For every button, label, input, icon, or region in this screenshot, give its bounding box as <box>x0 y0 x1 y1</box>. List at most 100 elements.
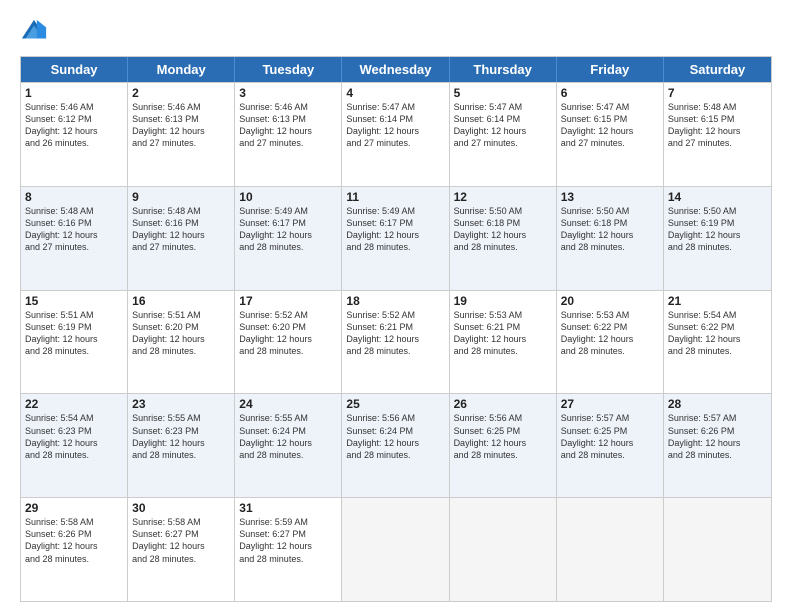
cal-cell-13: 13Sunrise: 5:50 AMSunset: 6:18 PMDayligh… <box>557 187 664 290</box>
header-day-wednesday: Wednesday <box>342 57 449 82</box>
cell-sun-info: Sunrise: 5:50 AMSunset: 6:18 PMDaylight:… <box>454 205 552 254</box>
cell-sun-info: Sunrise: 5:46 AMSunset: 6:13 PMDaylight:… <box>132 101 230 150</box>
day-number: 18 <box>346 294 444 308</box>
cell-sun-info: Sunrise: 5:57 AMSunset: 6:26 PMDaylight:… <box>668 412 767 461</box>
cell-sun-info: Sunrise: 5:59 AMSunset: 6:27 PMDaylight:… <box>239 516 337 565</box>
header-day-friday: Friday <box>557 57 664 82</box>
cal-cell-18: 18Sunrise: 5:52 AMSunset: 6:21 PMDayligh… <box>342 291 449 394</box>
calendar-row-3: 22Sunrise: 5:54 AMSunset: 6:23 PMDayligh… <box>21 393 771 497</box>
cell-sun-info: Sunrise: 5:50 AMSunset: 6:18 PMDaylight:… <box>561 205 659 254</box>
day-number: 14 <box>668 190 767 204</box>
cal-cell-5: 5Sunrise: 5:47 AMSunset: 6:14 PMDaylight… <box>450 83 557 186</box>
day-number: 9 <box>132 190 230 204</box>
cal-cell-2: 2Sunrise: 5:46 AMSunset: 6:13 PMDaylight… <box>128 83 235 186</box>
day-number: 23 <box>132 397 230 411</box>
cal-cell-1: 1Sunrise: 5:46 AMSunset: 6:12 PMDaylight… <box>21 83 128 186</box>
day-number: 3 <box>239 86 337 100</box>
calendar: SundayMondayTuesdayWednesdayThursdayFrid… <box>20 56 772 602</box>
day-number: 26 <box>454 397 552 411</box>
cal-cell-empty <box>342 498 449 601</box>
cal-cell-7: 7Sunrise: 5:48 AMSunset: 6:15 PMDaylight… <box>664 83 771 186</box>
day-number: 21 <box>668 294 767 308</box>
cal-cell-10: 10Sunrise: 5:49 AMSunset: 6:17 PMDayligh… <box>235 187 342 290</box>
cell-sun-info: Sunrise: 5:56 AMSunset: 6:24 PMDaylight:… <box>346 412 444 461</box>
cal-cell-25: 25Sunrise: 5:56 AMSunset: 6:24 PMDayligh… <box>342 394 449 497</box>
cell-sun-info: Sunrise: 5:47 AMSunset: 6:14 PMDaylight:… <box>346 101 444 150</box>
cal-cell-21: 21Sunrise: 5:54 AMSunset: 6:22 PMDayligh… <box>664 291 771 394</box>
cell-sun-info: Sunrise: 5:51 AMSunset: 6:20 PMDaylight:… <box>132 309 230 358</box>
cal-cell-16: 16Sunrise: 5:51 AMSunset: 6:20 PMDayligh… <box>128 291 235 394</box>
cal-cell-8: 8Sunrise: 5:48 AMSunset: 6:16 PMDaylight… <box>21 187 128 290</box>
cal-cell-3: 3Sunrise: 5:46 AMSunset: 6:13 PMDaylight… <box>235 83 342 186</box>
cell-sun-info: Sunrise: 5:52 AMSunset: 6:21 PMDaylight:… <box>346 309 444 358</box>
day-number: 1 <box>25 86 123 100</box>
cell-sun-info: Sunrise: 5:47 AMSunset: 6:15 PMDaylight:… <box>561 101 659 150</box>
cal-cell-11: 11Sunrise: 5:49 AMSunset: 6:17 PMDayligh… <box>342 187 449 290</box>
cell-sun-info: Sunrise: 5:48 AMSunset: 6:16 PMDaylight:… <box>132 205 230 254</box>
cell-sun-info: Sunrise: 5:47 AMSunset: 6:14 PMDaylight:… <box>454 101 552 150</box>
day-number: 11 <box>346 190 444 204</box>
cell-sun-info: Sunrise: 5:51 AMSunset: 6:19 PMDaylight:… <box>25 309 123 358</box>
cal-cell-20: 20Sunrise: 5:53 AMSunset: 6:22 PMDayligh… <box>557 291 664 394</box>
cell-sun-info: Sunrise: 5:54 AMSunset: 6:22 PMDaylight:… <box>668 309 767 358</box>
cell-sun-info: Sunrise: 5:53 AMSunset: 6:22 PMDaylight:… <box>561 309 659 358</box>
day-number: 27 <box>561 397 659 411</box>
day-number: 31 <box>239 501 337 515</box>
cell-sun-info: Sunrise: 5:48 AMSunset: 6:15 PMDaylight:… <box>668 101 767 150</box>
day-number: 4 <box>346 86 444 100</box>
day-number: 10 <box>239 190 337 204</box>
cal-cell-29: 29Sunrise: 5:58 AMSunset: 6:26 PMDayligh… <box>21 498 128 601</box>
cal-cell-26: 26Sunrise: 5:56 AMSunset: 6:25 PMDayligh… <box>450 394 557 497</box>
calendar-row-1: 8Sunrise: 5:48 AMSunset: 6:16 PMDaylight… <box>21 186 771 290</box>
cal-cell-empty <box>450 498 557 601</box>
cell-sun-info: Sunrise: 5:55 AMSunset: 6:23 PMDaylight:… <box>132 412 230 461</box>
day-number: 6 <box>561 86 659 100</box>
day-number: 28 <box>668 397 767 411</box>
cell-sun-info: Sunrise: 5:57 AMSunset: 6:25 PMDaylight:… <box>561 412 659 461</box>
cell-sun-info: Sunrise: 5:46 AMSunset: 6:12 PMDaylight:… <box>25 101 123 150</box>
cal-cell-15: 15Sunrise: 5:51 AMSunset: 6:19 PMDayligh… <box>21 291 128 394</box>
calendar-row-0: 1Sunrise: 5:46 AMSunset: 6:12 PMDaylight… <box>21 82 771 186</box>
calendar-row-2: 15Sunrise: 5:51 AMSunset: 6:19 PMDayligh… <box>21 290 771 394</box>
day-number: 13 <box>561 190 659 204</box>
day-number: 20 <box>561 294 659 308</box>
cal-cell-4: 4Sunrise: 5:47 AMSunset: 6:14 PMDaylight… <box>342 83 449 186</box>
cal-cell-27: 27Sunrise: 5:57 AMSunset: 6:25 PMDayligh… <box>557 394 664 497</box>
cell-sun-info: Sunrise: 5:46 AMSunset: 6:13 PMDaylight:… <box>239 101 337 150</box>
cal-cell-24: 24Sunrise: 5:55 AMSunset: 6:24 PMDayligh… <box>235 394 342 497</box>
cal-cell-12: 12Sunrise: 5:50 AMSunset: 6:18 PMDayligh… <box>450 187 557 290</box>
cal-cell-14: 14Sunrise: 5:50 AMSunset: 6:19 PMDayligh… <box>664 187 771 290</box>
day-number: 2 <box>132 86 230 100</box>
cell-sun-info: Sunrise: 5:56 AMSunset: 6:25 PMDaylight:… <box>454 412 552 461</box>
logo <box>20 18 52 46</box>
cell-sun-info: Sunrise: 5:48 AMSunset: 6:16 PMDaylight:… <box>25 205 123 254</box>
day-number: 22 <box>25 397 123 411</box>
header <box>20 18 772 46</box>
day-number: 30 <box>132 501 230 515</box>
header-day-sunday: Sunday <box>21 57 128 82</box>
cal-cell-9: 9Sunrise: 5:48 AMSunset: 6:16 PMDaylight… <box>128 187 235 290</box>
cal-cell-22: 22Sunrise: 5:54 AMSunset: 6:23 PMDayligh… <box>21 394 128 497</box>
cal-cell-31: 31Sunrise: 5:59 AMSunset: 6:27 PMDayligh… <box>235 498 342 601</box>
cell-sun-info: Sunrise: 5:55 AMSunset: 6:24 PMDaylight:… <box>239 412 337 461</box>
cell-sun-info: Sunrise: 5:58 AMSunset: 6:27 PMDaylight:… <box>132 516 230 565</box>
cell-sun-info: Sunrise: 5:49 AMSunset: 6:17 PMDaylight:… <box>346 205 444 254</box>
calendar-header: SundayMondayTuesdayWednesdayThursdayFrid… <box>21 57 771 82</box>
day-number: 25 <box>346 397 444 411</box>
cal-cell-23: 23Sunrise: 5:55 AMSunset: 6:23 PMDayligh… <box>128 394 235 497</box>
cal-cell-17: 17Sunrise: 5:52 AMSunset: 6:20 PMDayligh… <box>235 291 342 394</box>
page: SundayMondayTuesdayWednesdayThursdayFrid… <box>0 0 792 612</box>
cell-sun-info: Sunrise: 5:52 AMSunset: 6:20 PMDaylight:… <box>239 309 337 358</box>
header-day-tuesday: Tuesday <box>235 57 342 82</box>
day-number: 16 <box>132 294 230 308</box>
calendar-row-4: 29Sunrise: 5:58 AMSunset: 6:26 PMDayligh… <box>21 497 771 601</box>
cell-sun-info: Sunrise: 5:49 AMSunset: 6:17 PMDaylight:… <box>239 205 337 254</box>
day-number: 19 <box>454 294 552 308</box>
cal-cell-19: 19Sunrise: 5:53 AMSunset: 6:21 PMDayligh… <box>450 291 557 394</box>
logo-icon <box>20 18 48 46</box>
cal-cell-empty <box>557 498 664 601</box>
calendar-body: 1Sunrise: 5:46 AMSunset: 6:12 PMDaylight… <box>21 82 771 601</box>
cal-cell-empty <box>664 498 771 601</box>
day-number: 15 <box>25 294 123 308</box>
cell-sun-info: Sunrise: 5:54 AMSunset: 6:23 PMDaylight:… <box>25 412 123 461</box>
